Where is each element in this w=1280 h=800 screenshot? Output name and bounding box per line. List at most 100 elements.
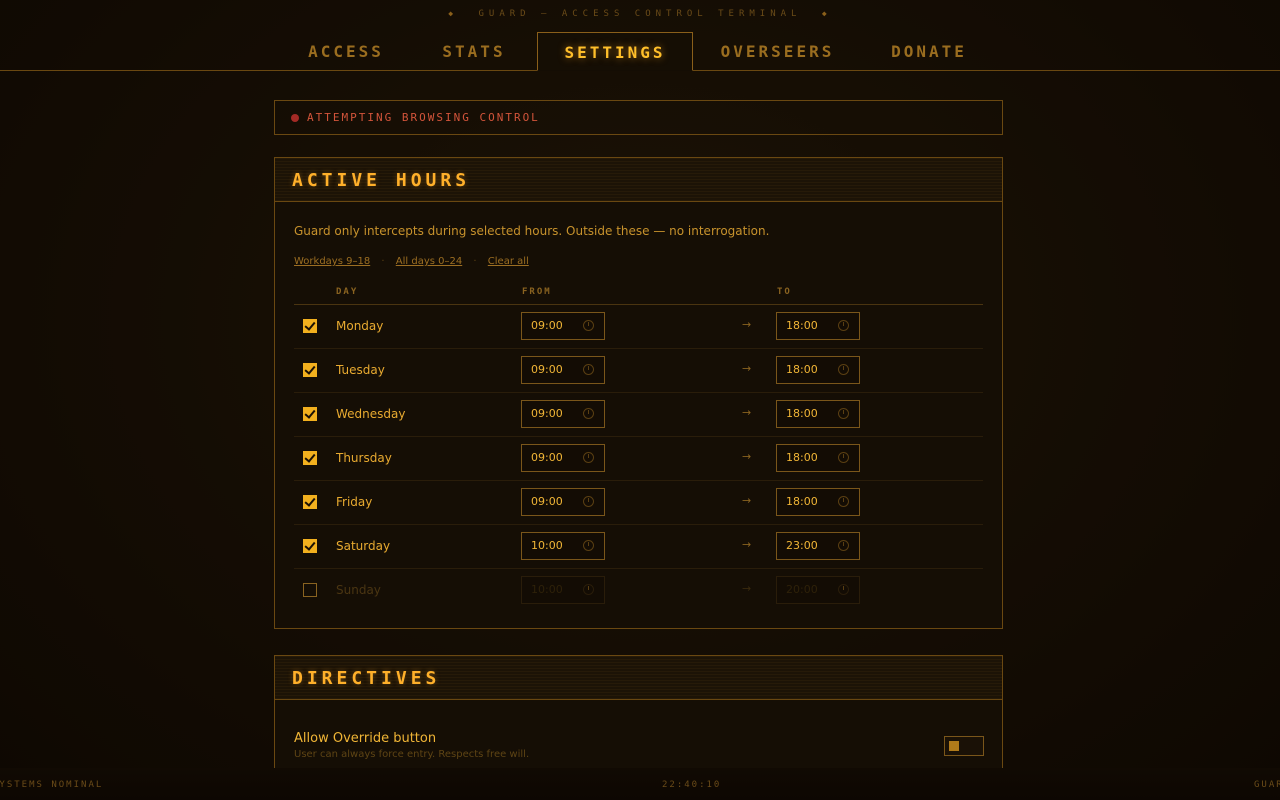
preset-separator: ·	[473, 256, 477, 267]
time-value: 18:00	[786, 363, 818, 376]
day-label: Saturday	[336, 539, 391, 553]
clock-icon	[838, 496, 849, 507]
time-value: 10:00	[531, 583, 563, 596]
brand-line: ◆ GUARD — ACCESS CONTROL TERMINAL ◆	[0, 9, 1280, 19]
day-checkbox[interactable]	[303, 319, 317, 333]
from-time-input[interactable]: 09:00	[521, 444, 605, 472]
from-time-input[interactable]: 10:00	[521, 576, 605, 604]
clock-icon	[583, 320, 594, 331]
arrow-right-icon: →	[742, 582, 752, 595]
time-value: 09:00	[531, 319, 563, 332]
arrow-right-icon: →	[742, 318, 752, 331]
day-label: Wednesday	[336, 407, 406, 421]
status-clock: 22:40:10	[662, 780, 722, 790]
from-time-input[interactable]: 09:00	[521, 312, 605, 340]
day-checkbox[interactable]	[303, 407, 317, 421]
status-brand: GUARD	[1254, 780, 1280, 790]
day-label: Sunday	[336, 583, 381, 597]
time-value: 09:00	[531, 495, 563, 508]
to-time-input[interactable]: 23:00	[776, 532, 860, 560]
schedule-row-wednesday: Wednesday 09:00 → 18:00	[294, 393, 983, 437]
from-time-input[interactable]: 09:00	[521, 400, 605, 428]
time-value: 18:00	[786, 495, 818, 508]
to-time-input[interactable]: 18:00	[776, 488, 860, 516]
to-time-input[interactable]: 18:00	[776, 400, 860, 428]
to-time-input[interactable]: 18:00	[776, 444, 860, 472]
column-header-day: DAY	[336, 287, 359, 297]
clock-icon	[583, 408, 594, 419]
arrow-right-icon: →	[742, 450, 752, 463]
active-hours-panel: ACTIVE HOURS Guard only intercepts durin…	[274, 157, 1003, 629]
day-checkbox[interactable]	[303, 495, 317, 509]
day-label: Thursday	[336, 451, 392, 465]
to-time-input[interactable]: 18:00	[776, 312, 860, 340]
preset-clear-all-link[interactable]: Clear all	[488, 256, 529, 267]
time-value: 09:00	[531, 407, 563, 420]
preset-workdays-link[interactable]: Workdays 9–18	[294, 256, 370, 267]
day-label: Tuesday	[336, 363, 385, 377]
alert-dot-icon	[291, 114, 299, 122]
clock-icon	[583, 452, 594, 463]
to-time-input[interactable]: 18:00	[776, 356, 860, 384]
time-value: 09:00	[531, 451, 563, 464]
day-label: Monday	[336, 319, 384, 333]
arrow-right-icon: →	[742, 538, 752, 551]
status-bar: SYSTEMS NOMINAL 22:40:10 GUARD	[0, 768, 1280, 800]
clock-icon	[583, 584, 594, 595]
from-time-input[interactable]: 09:00	[521, 488, 605, 516]
time-value: 10:00	[531, 539, 563, 552]
preset-all-days-link[interactable]: All days 0–24	[396, 256, 462, 267]
schedule-row-monday: Monday 09:00 → 18:00	[294, 305, 983, 349]
brand-title: GUARD — ACCESS CONTROL TERMINAL	[478, 9, 802, 19]
panel-title: ACTIVE HOURS	[292, 170, 471, 191]
from-time-input[interactable]: 10:00	[521, 532, 605, 560]
to-time-input[interactable]: 20:00	[776, 576, 860, 604]
preset-links: Workdays 9–18 · All days 0–24 · Clear al…	[294, 256, 529, 267]
time-value: 18:00	[786, 319, 818, 332]
schedule-row-sunday: Sunday 10:00 → 20:00	[294, 569, 983, 612]
clock-icon	[583, 540, 594, 551]
day-checkbox[interactable]	[303, 539, 317, 553]
status-text: SYSTEMS NOMINAL	[0, 780, 104, 790]
time-value: 18:00	[786, 451, 818, 464]
time-value: 20:00	[786, 583, 818, 596]
override-toggle[interactable]	[944, 736, 984, 756]
column-header-to: TO	[777, 287, 792, 297]
schedule-row-tuesday: Tuesday 09:00 → 18:00	[294, 349, 983, 393]
schedule-row-friday: Friday 09:00 → 18:00	[294, 481, 983, 525]
time-value: 09:00	[531, 363, 563, 376]
clock-icon	[838, 540, 849, 551]
status-alert: ATTEMPTING BROWSING CONTROL	[274, 100, 1003, 135]
directive-label: Allow Override button	[294, 731, 437, 746]
toggle-knob	[949, 741, 959, 751]
day-checkbox[interactable]	[303, 583, 317, 597]
clock-icon	[583, 364, 594, 375]
panel-header: DIRECTIVES	[275, 656, 1002, 700]
tab-donate[interactable]: DONATE	[868, 32, 990, 69]
tab-access[interactable]: ACCESS	[286, 32, 406, 69]
clock-icon	[583, 496, 594, 507]
panel-title: DIRECTIVES	[292, 668, 441, 689]
from-time-input[interactable]: 09:00	[521, 356, 605, 384]
alert-text: ATTEMPTING BROWSING CONTROL	[307, 111, 540, 124]
day-checkbox[interactable]	[303, 363, 317, 377]
panel-header: ACTIVE HOURS	[275, 158, 1002, 202]
arrow-right-icon: →	[742, 406, 752, 419]
column-header-from: FROM	[522, 287, 552, 297]
clock-icon	[838, 452, 849, 463]
tab-overseers[interactable]: OVERSEERS	[700, 32, 855, 69]
diamond-icon: ◆	[448, 9, 459, 18]
active-hours-description: Guard only intercepts during selected ho…	[294, 224, 770, 238]
clock-icon	[838, 584, 849, 595]
clock-icon	[838, 364, 849, 375]
tab-stats[interactable]: STATS	[420, 32, 528, 69]
time-value: 18:00	[786, 407, 818, 420]
directive-description: User can always force entry. Respects fr…	[294, 749, 530, 760]
clock-icon	[838, 408, 849, 419]
tab-settings[interactable]: SETTINGS	[537, 32, 693, 71]
top-nav: ◆ GUARD — ACCESS CONTROL TERMINAL ◆ ACCE…	[0, 0, 1280, 71]
preset-separator: ·	[381, 256, 385, 267]
arrow-right-icon: →	[742, 494, 752, 507]
schedule-row-thursday: Thursday 09:00 → 18:00	[294, 437, 983, 481]
day-checkbox[interactable]	[303, 451, 317, 465]
